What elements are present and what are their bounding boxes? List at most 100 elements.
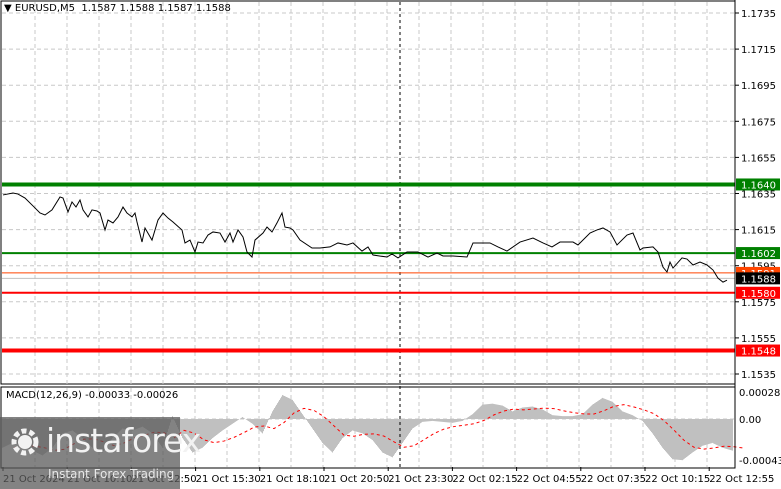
macd-histogram-bar bbox=[680, 419, 681, 460]
macd-histogram-bar bbox=[549, 413, 550, 419]
macd-histogram-bar bbox=[491, 403, 492, 419]
macd-histogram-bar bbox=[473, 413, 474, 419]
macd-histogram-bar bbox=[406, 419, 407, 438]
macd-histogram-bar bbox=[562, 416, 563, 419]
macd-histogram-bar bbox=[514, 410, 515, 419]
macd-histogram-bar bbox=[241, 417, 242, 419]
macd-histogram-bar bbox=[390, 419, 391, 457]
macd-histogram-bar bbox=[458, 419, 459, 422]
triangle-down-icon[interactable]: ▼ bbox=[4, 3, 12, 14]
macd-histogram-bar bbox=[236, 419, 237, 422]
macd-histogram-bar bbox=[591, 405, 592, 419]
macd-histogram-bar bbox=[678, 419, 679, 460]
macd-histogram-bar bbox=[203, 419, 204, 447]
level-price-tag: 1.1580 bbox=[741, 289, 776, 300]
macd-histogram-bar bbox=[602, 397, 603, 419]
macd-histogram-bar bbox=[704, 419, 705, 446]
macd-histogram-bar bbox=[353, 419, 354, 431]
macd-histogram-bar bbox=[672, 419, 673, 460]
macd-histogram-bar bbox=[233, 419, 234, 424]
macd-histogram-bar bbox=[614, 403, 615, 419]
macd-histogram-bar bbox=[267, 419, 268, 423]
macd-histogram-bar bbox=[557, 415, 558, 419]
macd-histogram-bar bbox=[612, 401, 613, 419]
macd-histogram-bar bbox=[466, 418, 467, 419]
macd-histogram-bar bbox=[436, 419, 437, 422]
macd-histogram-bar bbox=[724, 419, 725, 449]
macd-histogram-bar bbox=[455, 419, 456, 423]
macd-histogram-bar bbox=[619, 408, 620, 419]
macd-histogram-bar bbox=[709, 419, 710, 444]
macd-histogram-bar bbox=[647, 419, 648, 428]
macd-histogram-bar bbox=[627, 413, 628, 419]
macd-histogram-bar bbox=[304, 417, 305, 419]
macd-histogram-bar bbox=[209, 419, 210, 442]
macd-histogram-bar bbox=[446, 419, 447, 423]
macd-histogram-bar bbox=[663, 419, 664, 449]
macd-histogram-bar bbox=[572, 416, 573, 419]
macd-histogram-bar bbox=[593, 403, 594, 419]
macd-histogram-bar bbox=[645, 419, 646, 425]
macd-histogram-bar bbox=[616, 405, 617, 419]
macd-histogram-bar bbox=[592, 404, 593, 419]
macd-histogram-bar bbox=[419, 419, 420, 424]
macd-histogram-bar bbox=[537, 407, 538, 419]
macd-histogram-bar bbox=[341, 419, 342, 440]
macd-histogram-bar bbox=[457, 419, 458, 422]
time-label: 22 Oct 10:15 bbox=[645, 474, 710, 485]
symbol-label: EURUSD,M5 bbox=[14, 3, 76, 14]
macd-histogram-bar bbox=[355, 419, 356, 432]
macd-histogram-bar bbox=[561, 416, 562, 419]
macd-histogram-bar bbox=[529, 406, 530, 419]
macd-histogram-bar bbox=[531, 406, 532, 419]
price-chart[interactable]: 1.17351.17151.16951.16751.16551.16351.16… bbox=[0, 0, 781, 489]
macd-histogram-bar bbox=[448, 419, 449, 423]
macd-histogram-bar bbox=[552, 415, 553, 419]
main-pane-frame bbox=[0, 0, 736, 385]
macd-histogram-bar bbox=[249, 419, 250, 422]
macd-histogram-bar bbox=[511, 410, 512, 419]
macd-histogram-bar bbox=[484, 404, 485, 419]
macd-histogram-bar bbox=[573, 415, 574, 419]
macd-histogram-bar bbox=[361, 419, 362, 434]
macd-histogram-bar bbox=[427, 419, 428, 422]
macd-histogram-bar bbox=[289, 398, 290, 419]
macd-histogram-bar bbox=[319, 419, 320, 439]
macd-histogram-bar bbox=[377, 419, 378, 447]
macd-histogram-bar bbox=[462, 419, 463, 421]
macd-histogram-bar bbox=[250, 419, 251, 423]
macd-histogram-bar bbox=[381, 419, 382, 452]
macd-histogram-bar bbox=[293, 401, 294, 419]
macd-histogram-bar bbox=[673, 419, 674, 460]
macd-histogram-bar bbox=[578, 414, 579, 419]
macd-histogram-bar bbox=[214, 419, 215, 437]
macd-histogram-bar bbox=[487, 404, 488, 419]
macd-histogram-bar bbox=[284, 396, 285, 419]
macd-histogram-bar bbox=[655, 419, 656, 438]
macd-histogram-bar bbox=[670, 419, 671, 457]
time-label: 22 Oct 07:35 bbox=[581, 474, 646, 485]
macd-histogram-bar bbox=[570, 416, 571, 419]
macd-histogram-bar bbox=[363, 419, 364, 435]
macd-histogram-bar bbox=[716, 419, 717, 445]
time-label: 22 Oct 12:55 bbox=[709, 474, 774, 485]
macd-histogram-bar bbox=[731, 419, 732, 451]
macd-histogram-bar bbox=[242, 417, 243, 419]
macd-histogram-bar bbox=[266, 419, 267, 425]
macd-histogram-bar bbox=[575, 415, 576, 419]
macd-histogram-bar bbox=[255, 419, 256, 427]
macd-histogram-bar bbox=[286, 396, 287, 419]
macd-histogram-bar bbox=[617, 406, 618, 419]
macd-histogram-bar bbox=[216, 419, 217, 436]
macd-histogram-bar bbox=[686, 419, 687, 458]
macd-histogram-bar bbox=[223, 419, 224, 430]
macd-histogram-bar bbox=[344, 419, 345, 437]
macd-histogram-bar bbox=[530, 406, 531, 419]
macd-histogram-bar bbox=[212, 419, 213, 439]
macd-histogram-bar bbox=[296, 405, 297, 419]
macd-histogram-bar bbox=[433, 419, 434, 422]
macd-histogram-bar bbox=[311, 419, 312, 428]
macd-histogram-bar bbox=[585, 411, 586, 419]
macd-histogram-bar bbox=[676, 419, 677, 460]
macd-histogram-bar bbox=[334, 419, 335, 450]
